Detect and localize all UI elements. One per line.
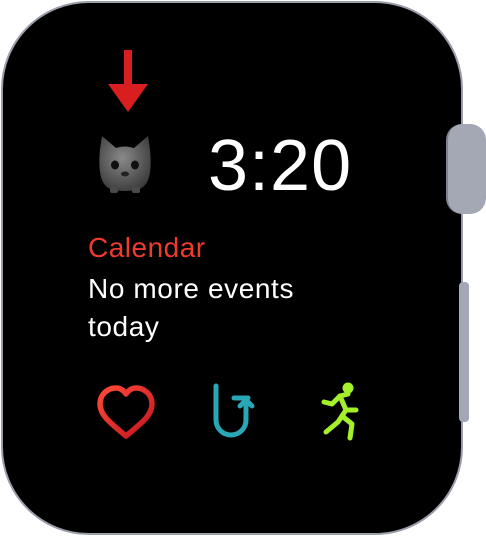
time-display: 3:20 [208,126,353,206]
breathe-return-arrow-icon[interactable] [204,380,268,444]
side-button[interactable] [459,282,469,422]
red-down-arrow-icon [108,50,148,112]
workout-runner-icon[interactable] [310,380,374,444]
heart-rate-icon[interactable] [94,380,158,444]
digital-crown[interactable] [446,124,486,214]
watch-case [1,1,463,535]
cat-face-icon[interactable] [96,132,154,194]
watch-screen: 3:20 Calendar No more events today [0,0,486,540]
calendar-title[interactable]: Calendar [88,230,206,266]
calendar-status[interactable]: No more events today [88,270,348,346]
